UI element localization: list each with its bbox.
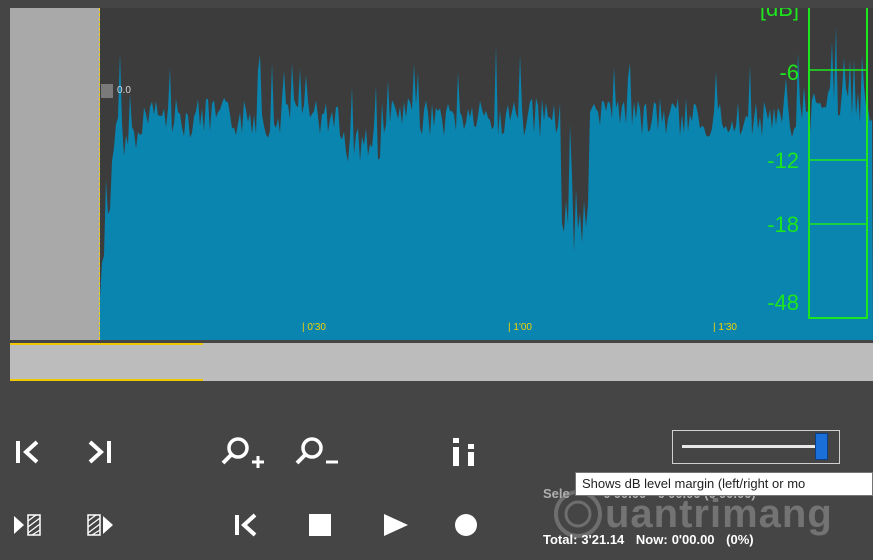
zoom-in-icon [221, 437, 264, 468]
percent-value: (0%) [726, 532, 754, 547]
stop-button[interactable] [300, 505, 344, 545]
audio-editor-window: 0.0 [dB] -6 -12 -18 -48 | 0'30 | 1'00 | … [0, 0, 873, 560]
rewind-icon [235, 513, 257, 537]
level-meter [808, 8, 868, 319]
rewind-button[interactable] [226, 505, 270, 545]
play-button[interactable] [374, 505, 418, 545]
record-icon [455, 514, 477, 536]
db-margin-slider-track[interactable] [682, 445, 822, 448]
skip-to-end-icon [88, 440, 111, 464]
db-scale-label: -18 [767, 212, 799, 237]
start-marker-line[interactable] [99, 8, 100, 340]
level-bars-icon [453, 438, 474, 466]
waveform-graph [100, 26, 873, 340]
total-label: Total: [543, 532, 578, 547]
mark-end-button[interactable] [82, 505, 126, 545]
db-scale-label: -12 [767, 148, 799, 173]
stop-icon [309, 514, 331, 536]
skip-to-start-icon [16, 440, 39, 464]
skip-to-start-button[interactable] [8, 432, 52, 472]
db-scale-label: -6 [779, 60, 799, 85]
watermark-text: uantrimang [605, 492, 833, 536]
status-bar: Total: 3'21.14 Now: 0'00.00 (0%) [543, 532, 762, 547]
mark-start-button[interactable] [8, 505, 52, 545]
waveform-view[interactable]: 0.0 [dB] -6 -12 -18 -48 | 0'30 | 1'00 | … [10, 8, 873, 340]
level-bars-button[interactable] [448, 432, 492, 472]
zoom-in-button[interactable] [218, 432, 264, 472]
record-button[interactable] [446, 505, 490, 545]
now-label: Now: [635, 532, 668, 547]
mark-start-icon [14, 514, 41, 536]
zero-level-marker[interactable] [101, 84, 113, 98]
total-value: 3'21.14 [581, 532, 625, 547]
level-margin-tooltip: Shows dB level margin (left/right or mo [575, 472, 873, 496]
time-tick-label: | 1'30 [713, 322, 737, 333]
time-tick-label: | 0'30 [302, 322, 326, 333]
now-value: 0'00.00 [671, 532, 715, 547]
play-icon [384, 514, 408, 536]
waveform-shape [100, 26, 873, 340]
zero-level-label: 0.0 [117, 85, 131, 96]
zoom-out-button[interactable] [292, 432, 338, 472]
zoom-out-icon [295, 437, 338, 465]
mark-end-icon [87, 514, 113, 536]
time-tick-label: | 1'00 [508, 322, 532, 333]
db-margin-slider-handle[interactable] [815, 433, 828, 460]
db-scale-label: -48 [767, 290, 799, 315]
timeline-scroll-thumb[interactable] [10, 343, 203, 381]
skip-to-end-button[interactable] [80, 432, 124, 472]
db-scale-unit: [dB] [759, 8, 799, 21]
